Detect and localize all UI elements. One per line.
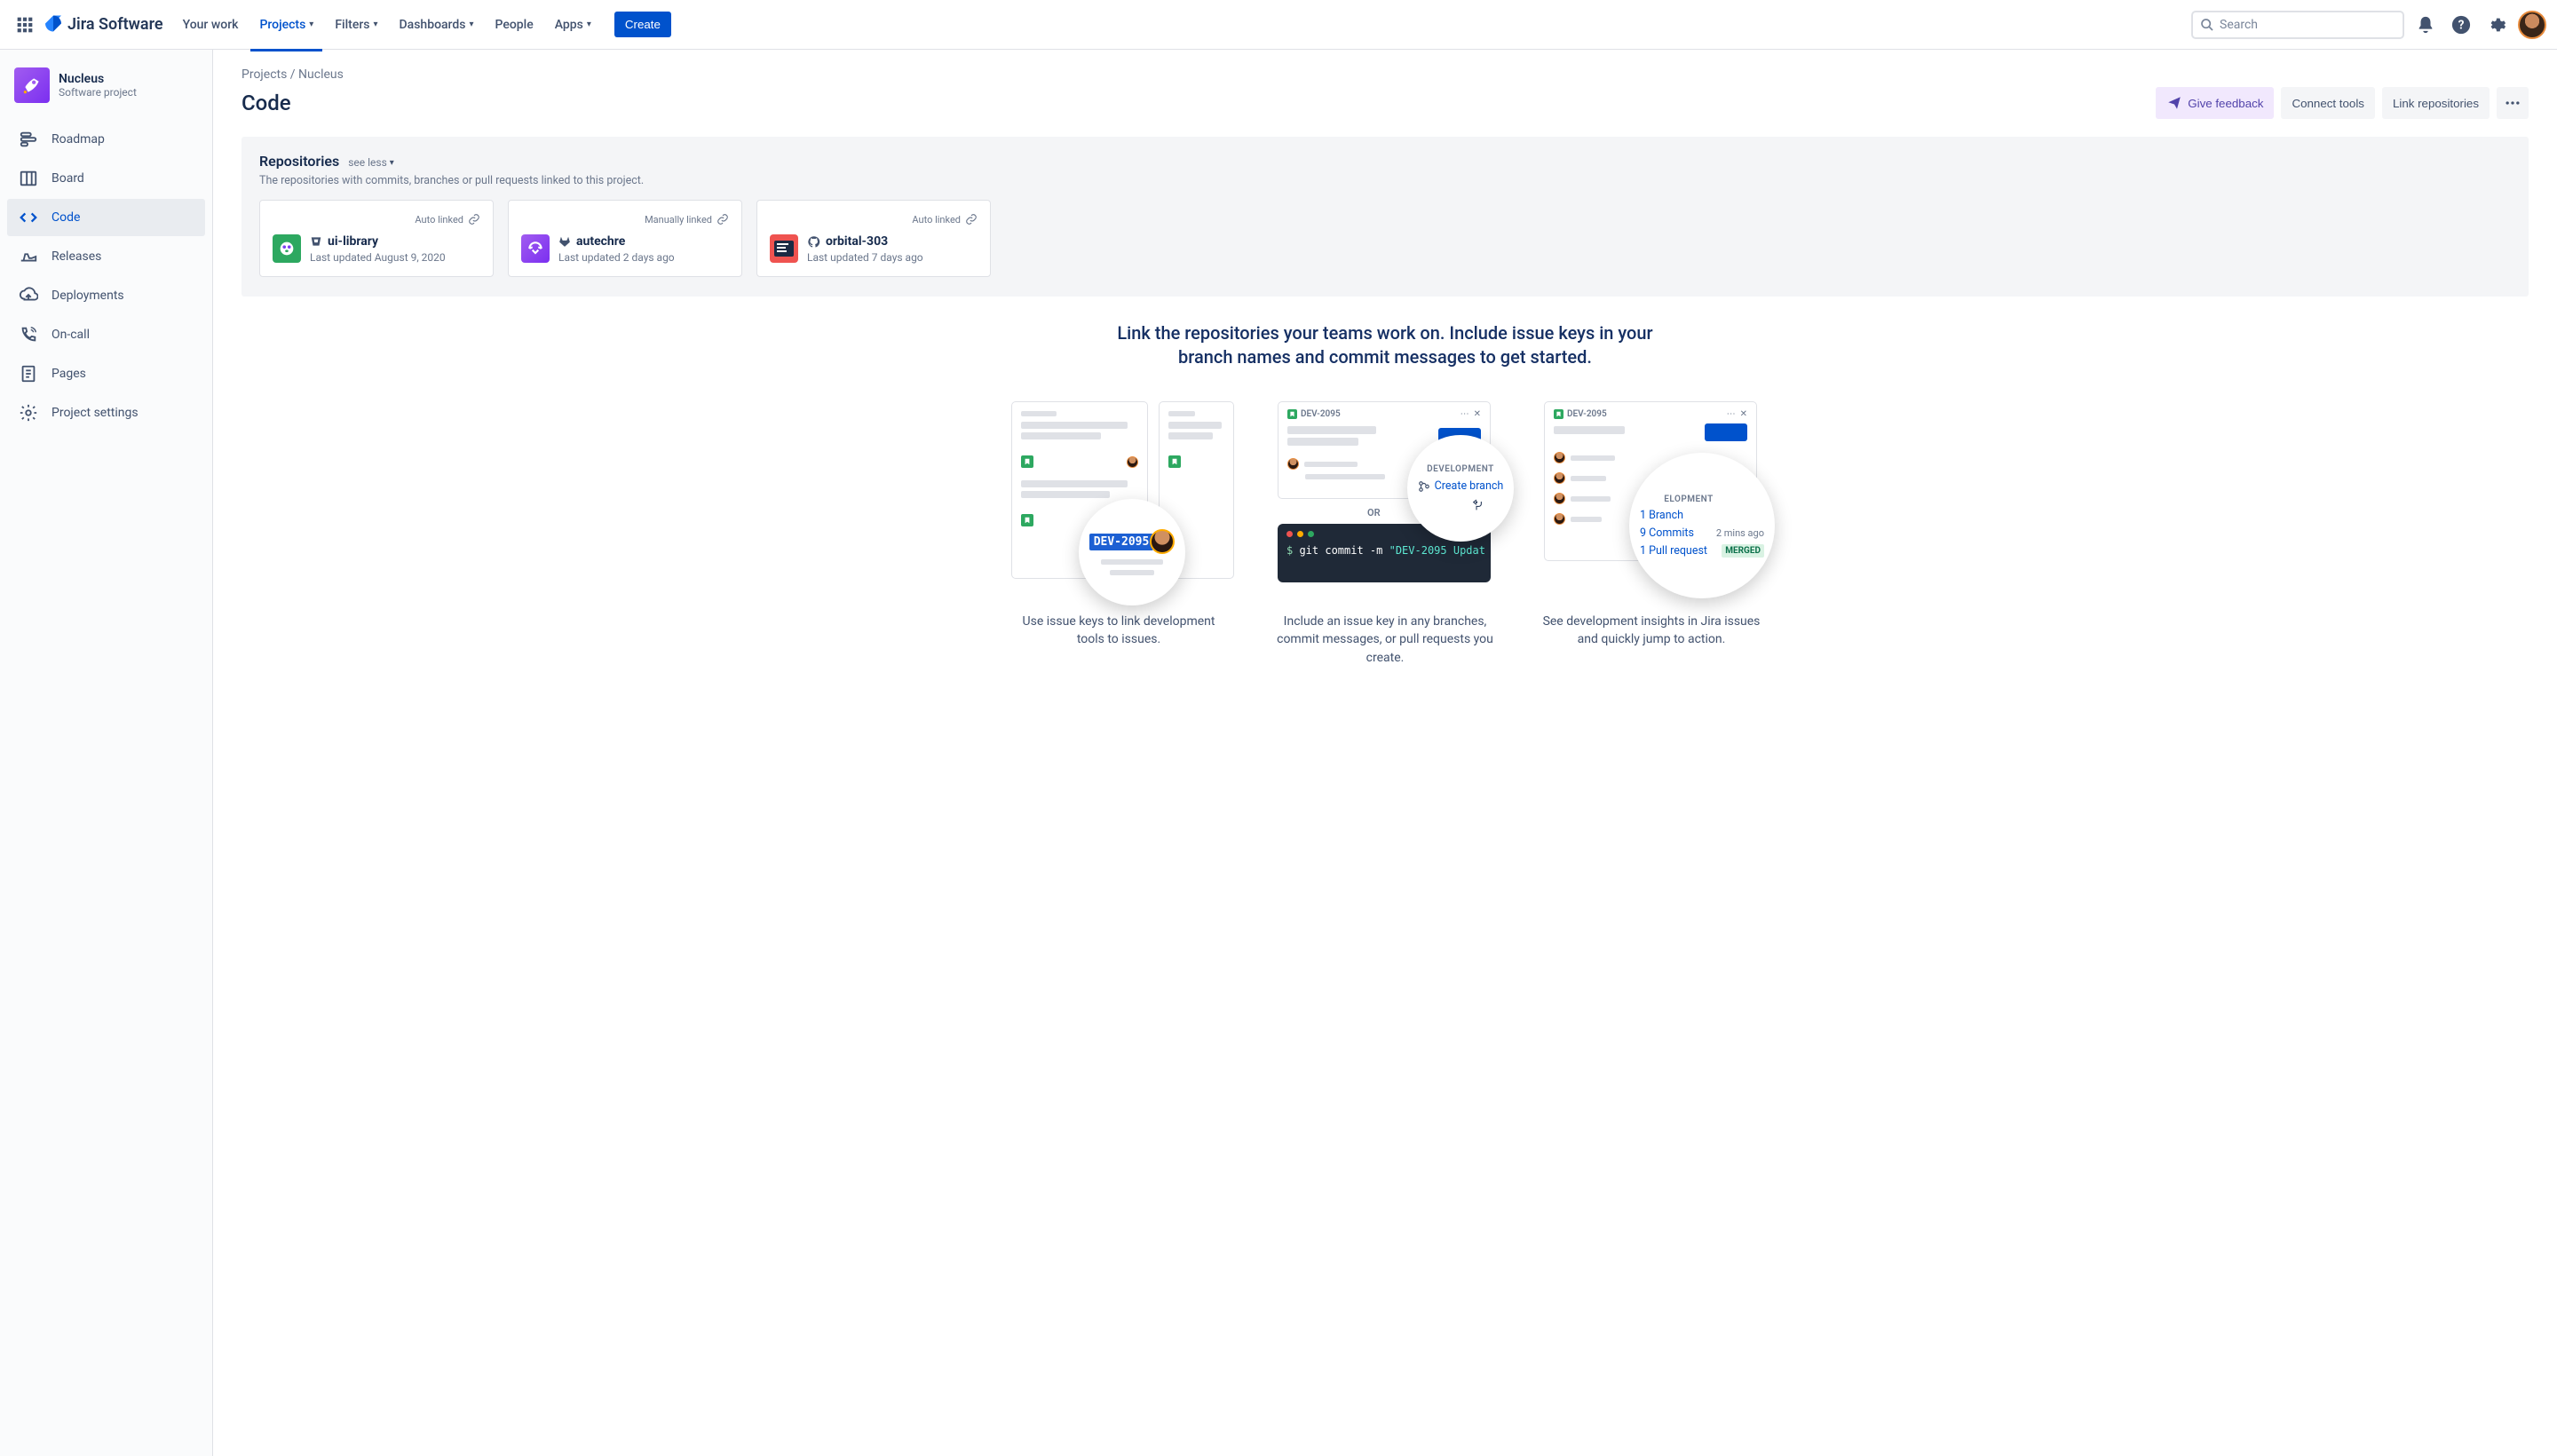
see-less-toggle[interactable]: see less ▾ — [348, 156, 394, 169]
project-subtitle: Software project — [59, 86, 137, 99]
repo-updated: Last updated 2 days ago — [558, 251, 675, 264]
sidebar-item-code[interactable]: Code — [7, 199, 205, 236]
link-repositories-button[interactable]: Link repositories — [2382, 87, 2490, 119]
illustration-issue-keys: DEV-2095 Use issue keys to link developm… — [1008, 396, 1230, 667]
project-icon — [14, 67, 50, 103]
sidebar-item-roadmap[interactable]: Roadmap — [7, 121, 205, 158]
sidebar-item-pages[interactable]: Pages — [7, 355, 205, 392]
more-actions-button[interactable] — [2497, 87, 2529, 119]
sidebar-item-deployments[interactable]: Deployments — [7, 277, 205, 314]
link-type-label: Auto linked — [912, 214, 961, 226]
code-icon — [18, 207, 39, 228]
create-button[interactable]: Create — [614, 12, 671, 37]
nav-projects[interactable]: Projects▾ — [250, 12, 322, 37]
main-content: Projects / Nucleus Code Give feedback Co… — [213, 50, 2557, 1456]
repo-avatar-icon — [770, 234, 798, 263]
settings-sidebar-icon — [18, 402, 39, 423]
project-sidebar: Nucleus Software project Roadmap Board C… — [0, 50, 213, 1456]
repo-card[interactable]: Manually linked autechre Last updated 2 … — [508, 200, 742, 277]
repo-updated: Last updated August 9, 2020 — [310, 251, 446, 264]
sidebar-item-board[interactable]: Board — [7, 160, 205, 197]
gitlab-icon — [558, 235, 571, 248]
sidebar-item-oncall[interactable]: On-call — [7, 316, 205, 353]
hero-section: Link the repositories your teams work on… — [1110, 321, 1660, 369]
deployments-icon — [18, 285, 39, 306]
oncall-icon — [18, 324, 39, 345]
repo-avatar-icon — [521, 234, 550, 263]
illustrations-row: DEV-2095 Use issue keys to link developm… — [241, 396, 2529, 667]
link-icon — [716, 213, 729, 226]
svg-text:?: ? — [2458, 18, 2465, 32]
link-icon — [468, 213, 480, 226]
jira-logo[interactable]: Jira Software — [43, 14, 163, 36]
link-type-label: Auto linked — [415, 214, 463, 226]
releases-icon — [18, 246, 39, 267]
connect-tools-button[interactable]: Connect tools — [2281, 87, 2375, 119]
pages-icon — [18, 363, 39, 384]
project-header[interactable]: Nucleus Software project — [7, 67, 205, 121]
nav-your-work[interactable]: Your work — [174, 12, 248, 37]
illustration-dev-insights: DEV-2095 ⋯ ✕ ELOPMENT 1 Branch 9 Com — [1540, 396, 1762, 667]
repositories-title: Repositories — [259, 153, 339, 170]
link-type-label: Manually linked — [645, 214, 712, 226]
link-icon — [965, 213, 978, 226]
sidebar-item-settings[interactable]: Project settings — [7, 394, 205, 431]
top-navbar: Jira Software Your work Projects▾ Filter… — [0, 0, 2557, 50]
sidebar-item-releases[interactable]: Releases — [7, 238, 205, 275]
app-switcher-icon[interactable] — [11, 11, 39, 39]
profile-avatar[interactable] — [2518, 11, 2546, 39]
notifications-icon[interactable] — [2411, 11, 2440, 39]
repo-card[interactable]: Auto linked orbital-303 Last updated 7 d… — [756, 200, 991, 277]
nav-apps[interactable]: Apps▾ — [546, 12, 600, 37]
search-placeholder: Search — [2220, 18, 2258, 32]
repositories-panel: Repositories see less ▾ The repositories… — [241, 137, 2529, 297]
nav-dashboards[interactable]: Dashboards▾ — [391, 12, 483, 37]
project-name: Nucleus — [59, 72, 137, 86]
settings-icon[interactable] — [2482, 11, 2511, 39]
bitbucket-icon — [310, 235, 322, 248]
repo-updated: Last updated 7 days ago — [807, 251, 923, 264]
give-feedback-button[interactable]: Give feedback — [2156, 87, 2274, 119]
illustration-branch-commit: DEV-2095 ⋯ ✕ OR $ git commit -m "DEV-209… — [1274, 396, 1496, 667]
search-input[interactable]: Search — [2191, 11, 2404, 39]
board-icon — [18, 168, 39, 189]
page-title: Code — [241, 91, 291, 115]
logo-text: Jira Software — [67, 15, 163, 34]
nav-people[interactable]: People — [487, 12, 542, 37]
roadmap-icon — [18, 129, 39, 150]
repo-avatar-icon — [273, 234, 301, 263]
breadcrumb[interactable]: Projects / Nucleus — [241, 67, 2529, 82]
repo-card[interactable]: Auto linked ui-library Last updated Augu… — [259, 200, 494, 277]
repositories-description: The repositories with commits, branches … — [259, 174, 2511, 187]
help-icon[interactable]: ? — [2447, 11, 2475, 39]
nav-filters[interactable]: Filters▾ — [326, 12, 386, 37]
hero-text: Link the repositories your teams work on… — [1110, 321, 1660, 369]
github-icon — [807, 235, 820, 249]
